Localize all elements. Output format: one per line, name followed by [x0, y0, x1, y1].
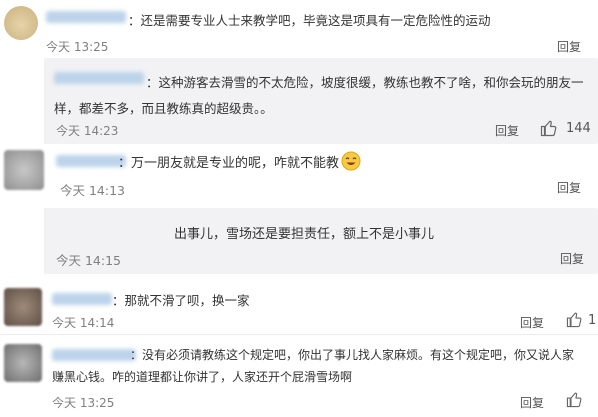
reply-button[interactable]: 回复	[520, 314, 544, 331]
reply-button[interactable]: 回复	[495, 122, 519, 139]
divider	[0, 334, 598, 335]
thumbs-up-icon[interactable]	[566, 311, 583, 332]
thumbs-up-icon[interactable]	[540, 119, 558, 141]
reply-button[interactable]: 回复	[557, 179, 581, 196]
reply-button[interactable]: 回复	[560, 250, 584, 267]
username-blurred[interactable]	[46, 11, 126, 23]
laughing-emoji-icon	[341, 151, 361, 175]
comment-text-line2: 样，都差不多，而且教练真的超级贵。。	[54, 101, 273, 116]
comment-time: 今天 14:13	[60, 183, 125, 198]
comment-time: 今天 13:25	[52, 396, 115, 410]
thumbs-up-icon[interactable]	[566, 391, 583, 412]
comment-text: ：还是需要专业人士来教学吧，毕竟这是项具有一定危险性的运动	[128, 13, 491, 28]
comment-text: 出事儿，雪场还是要担责任，额上不是小事儿	[174, 227, 435, 242]
username-blurred[interactable]	[56, 155, 126, 167]
comment-text: ：万一朋友就是专业的呢，咋就不能教	[118, 156, 340, 171]
comment-text: ：那就不滑了呗，换一家	[112, 293, 250, 308]
comment-text-line1: ：没有必须请教练这个规定吧，你出了事儿找人家麻烦。有这个规定吧，你又说人家	[130, 348, 575, 362]
avatar[interactable]	[4, 150, 44, 190]
reply-button[interactable]: 回复	[520, 394, 544, 411]
username-blurred[interactable]	[52, 293, 112, 305]
username-blurred[interactable]	[52, 349, 136, 361]
like-count: 1	[588, 313, 597, 328]
avatar[interactable]	[4, 344, 42, 382]
avatar[interactable]	[4, 288, 42, 326]
comment-time: 今天 14:15	[56, 253, 121, 268]
comment-time: 今天 14:14	[52, 316, 115, 330]
comment-text-line1: ：这种游客去滑雪的不太危险，坡度很缓，教练也教不了啥，和你会玩的朋友一	[146, 75, 584, 90]
username-blurred[interactable]	[54, 72, 144, 84]
comment-time: 今天 13:25	[46, 40, 109, 54]
comment-text-line2: 赚黑心钱。咋的道理都让你讲了，人家还开个屁滑雪场啊	[52, 370, 353, 384]
avatar[interactable]	[4, 6, 38, 40]
reply-button[interactable]: 回复	[557, 38, 581, 55]
like-count: 144	[566, 121, 591, 136]
comment-time: 今天 14:23	[56, 124, 119, 138]
